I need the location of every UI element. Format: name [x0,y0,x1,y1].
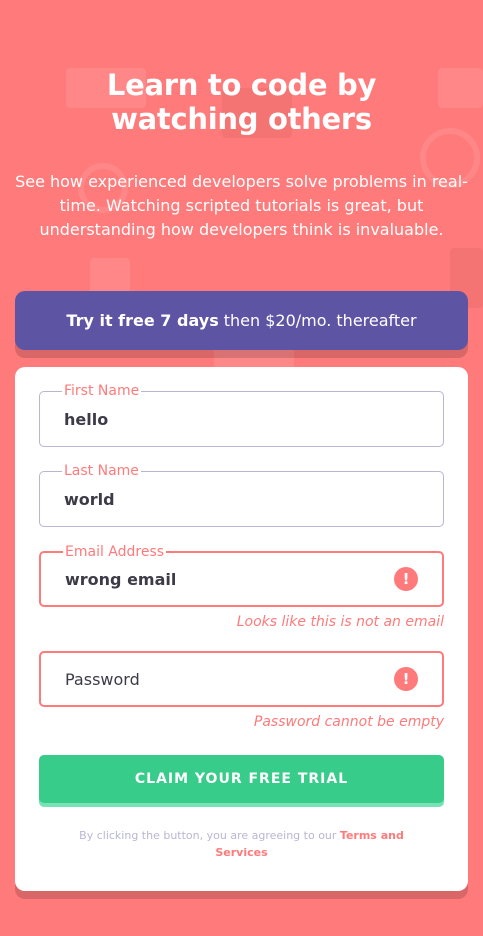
last-name-value: world [64,489,115,509]
last-name-input[interactable]: Last Name world [39,463,444,527]
last-name-field: Last Name world [39,463,444,527]
first-name-value: hello [64,409,109,429]
intro-text: See how experienced developers solve pro… [15,172,468,239]
promo-bold-text: Try it free 7 days [66,311,219,330]
email-label: Email Address [63,544,167,560]
password-placeholder: Password [65,669,140,689]
email-input[interactable]: Email Address wrong email ! [39,544,444,607]
email-value: wrong email [65,569,177,589]
signup-form: First Name hello Last Name world Email A… [15,367,468,891]
error-icon: ! [394,567,418,591]
password-field: Password ! Password cannot be empty [39,651,444,731]
promo-banner: Try it free 7 days then $20/mo. thereaft… [15,291,468,350]
email-field: Email Address wrong email ! Looks like t… [39,544,444,631]
first-name-label: First Name [62,383,142,399]
first-name-input[interactable]: First Name hello [39,383,444,447]
claim-trial-button[interactable]: CLAIM YOUR FREE TRIAL [39,755,444,803]
page: Learn to code by watching others See how… [0,68,483,891]
password-error-message: Password cannot be empty [253,714,444,730]
terms-prefix: By clicking the button, you are agreeing… [79,829,337,842]
email-error-message: Looks like this is not an email [236,614,444,630]
last-name-label: Last Name [62,463,141,479]
promo-rest-text: then $20/mo. thereafter [223,311,417,330]
first-name-field: First Name hello [39,383,444,447]
error-icon: ! [394,667,418,691]
terms-text: By clicking the button, you are agreeing… [39,827,444,861]
headline: Learn to code by watching others [106,68,377,136]
password-input[interactable]: Password ! [39,651,444,707]
